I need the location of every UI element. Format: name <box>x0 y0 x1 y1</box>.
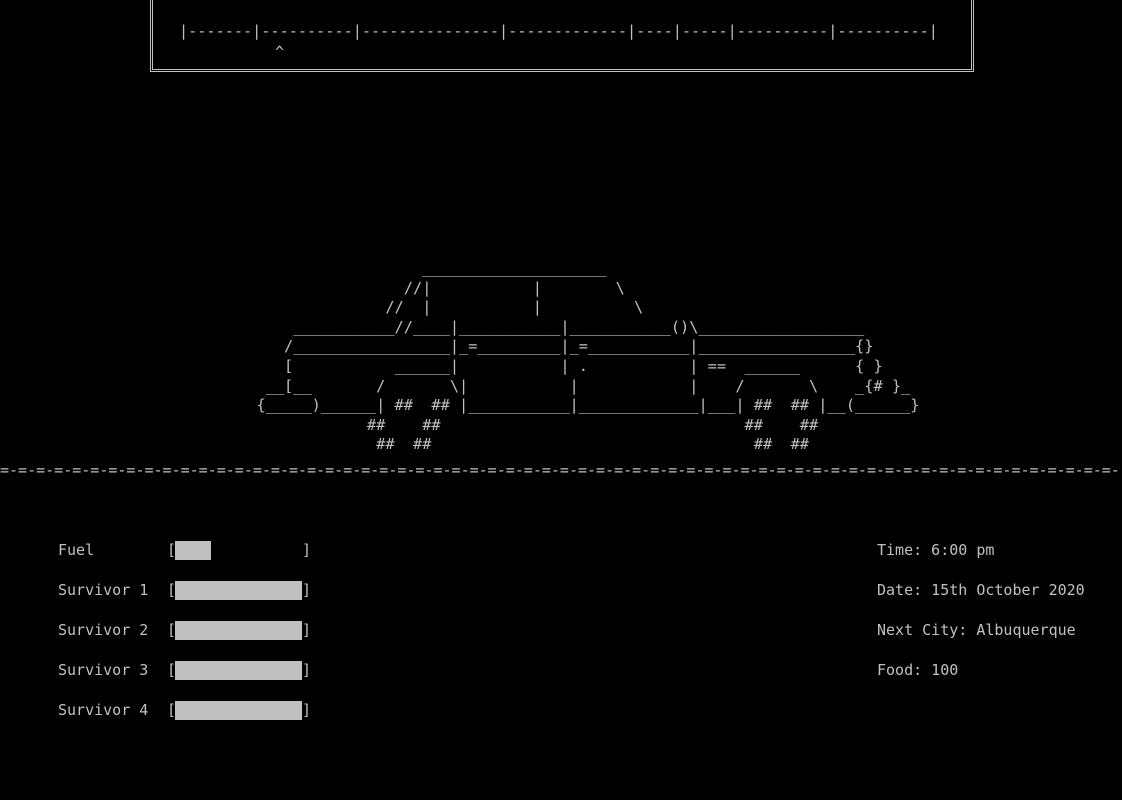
game-screen: { "map": { "route": "|-------|----------… <box>0 0 1122 748</box>
survivor-1-label: Survivor 1 <box>58 581 149 599</box>
bar-bracket-close: ] <box>302 621 312 639</box>
car-ascii-art: ____________________ //| | \ // | | \ __… <box>256 259 920 454</box>
fuel-meter: Fuel [ ] <box>58 540 328 560</box>
survivor-4-label: Survivor 4 <box>58 701 149 719</box>
survivor-4-bar-fill <box>175 701 302 720</box>
fuel-bar-fill <box>175 541 211 560</box>
current-location-marker: ^ <box>275 43 285 61</box>
survivor-2-health: Survivor 2 [ ] <box>58 620 328 640</box>
route-progress-line: |-------|----------|---------------|----… <box>179 22 938 40</box>
survivor-2-bar-fill <box>175 621 302 640</box>
survivor-2-label: Survivor 2 <box>58 621 149 639</box>
survivor-3-bar-fill <box>175 661 302 680</box>
survivor-2-bar-track <box>175 621 302 640</box>
survivor-1-health: Survivor 1 [ ] <box>58 580 328 600</box>
fuel-bar-track <box>175 541 302 560</box>
food-readout: Food: 100 <box>877 661 959 679</box>
bar-bracket-close: ] <box>302 581 312 599</box>
road-line: =-=-=-=-=-=-=-=-=-=-=-=-=-=-=-=-=-=-=-=-… <box>0 461 1120 479</box>
survivor-3-health: Survivor 3 [ ] <box>58 660 328 680</box>
fuel-label: Fuel <box>58 541 95 559</box>
bar-bracket-close: ] <box>302 661 312 679</box>
bar-bracket-close: ] <box>302 541 312 559</box>
date-readout: Date: 15th October 2020 <box>877 581 1085 599</box>
survivor-4-health: Survivor 4 [ ] <box>58 700 328 720</box>
survivor-1-bar-track <box>175 581 302 600</box>
next-city-readout: Next City: Albuquerque <box>877 621 1076 639</box>
survivor-4-bar-track <box>175 701 302 720</box>
time-readout: Time: 6:00 pm <box>877 541 995 559</box>
survivor-1-bar-fill <box>175 581 302 600</box>
survivor-3-label: Survivor 3 <box>58 661 149 679</box>
survivor-3-bar-track <box>175 661 302 680</box>
bar-bracket-close: ] <box>302 701 312 719</box>
route-map-box: |-------|----------|---------------|----… <box>150 0 974 72</box>
